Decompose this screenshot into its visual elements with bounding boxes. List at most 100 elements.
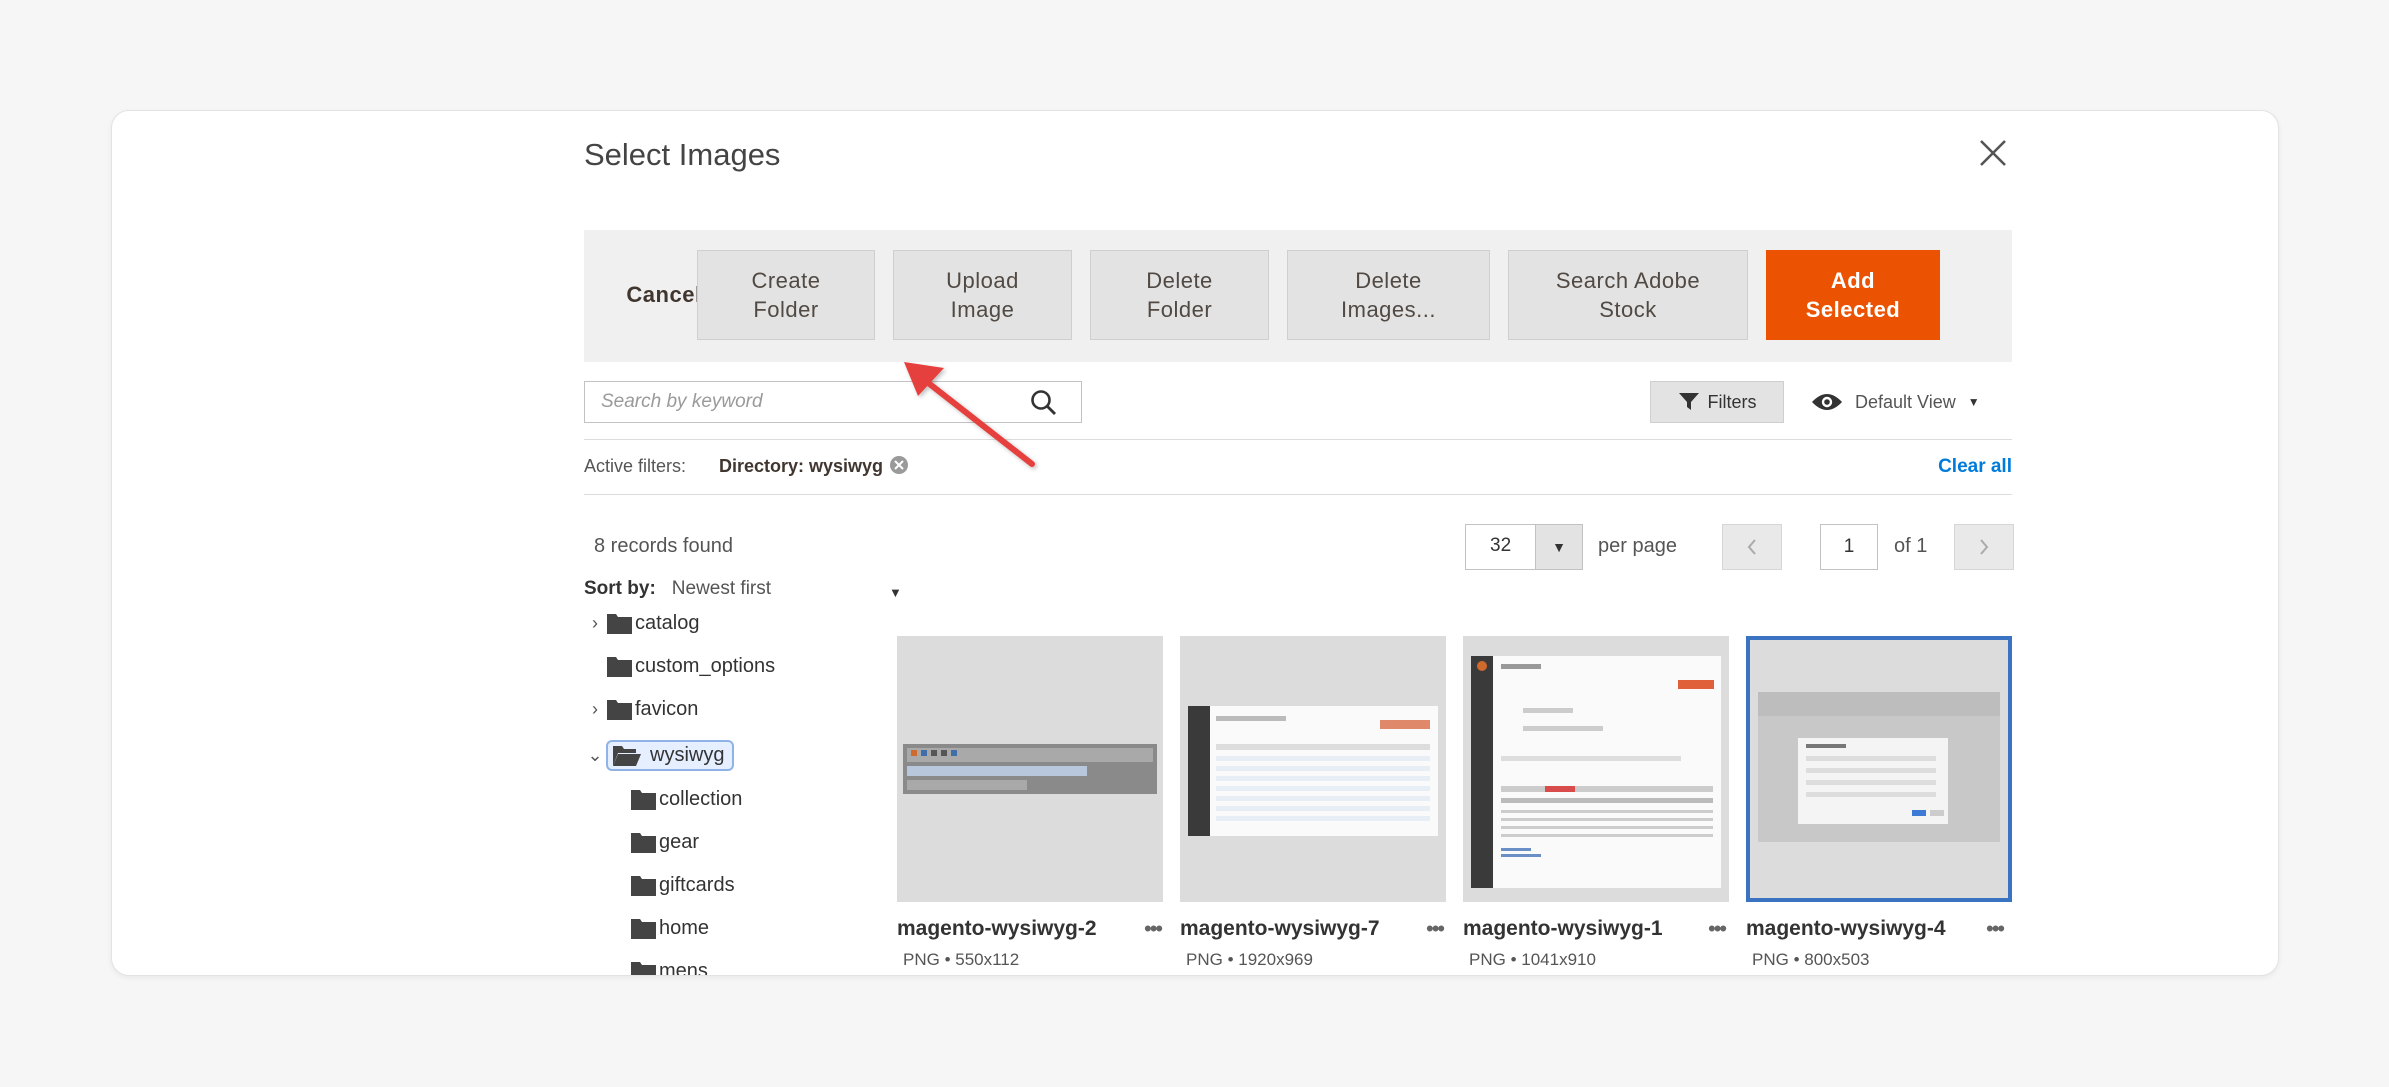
- folder-wysiwyg[interactable]: ⌄ wysiwyg: [584, 735, 735, 775]
- divider: [584, 494, 2012, 495]
- modal-toolbar: Cancel Create Folder Upload Image Delete…: [584, 230, 2012, 362]
- folder-label: gear: [659, 830, 700, 853]
- page-count: of 1: [1894, 535, 1928, 557]
- image-meta: PNG • 1920x969: [1186, 950, 1313, 969]
- folder-icon: [631, 875, 656, 896]
- folder-label: custom_options: [635, 654, 776, 677]
- image-type: PNG: [903, 950, 940, 969]
- create-folder-button[interactable]: Create Folder: [697, 250, 875, 340]
- chevron-right-icon[interactable]: ›: [584, 613, 606, 634]
- image-thumbnail[interactable]: [897, 636, 1163, 902]
- more-options-icon[interactable]: •••: [1426, 916, 1445, 942]
- folder-icon: [631, 918, 656, 939]
- chevron-down-icon[interactable]: ▼: [889, 585, 902, 600]
- select-images-modal: Select Images Cancel Create Folder Uploa…: [441, 111, 2041, 975]
- folder-label: home: [659, 916, 710, 939]
- view-selector[interactable]: Default View ▼: [1811, 383, 1980, 421]
- clear-all-link[interactable]: Clear all: [1938, 456, 2012, 478]
- image-name: magento-wysiwyg-1: [1463, 917, 1663, 940]
- image-size: 1041x910: [1521, 950, 1596, 969]
- divider: [584, 439, 2012, 440]
- image-size: 550x112: [955, 950, 1020, 969]
- folder-icon: [607, 613, 632, 634]
- folder-icon: [607, 656, 632, 677]
- filter-chip: Directory: wysiwyg: [719, 456, 884, 476]
- folder-collection[interactable]: collection: [630, 782, 742, 816]
- folder-label: catalog: [635, 611, 700, 634]
- next-page-button[interactable]: [1954, 524, 2014, 570]
- records-found: 8 records found: [594, 535, 733, 557]
- folder-mens[interactable]: mens: [630, 954, 708, 975]
- close-icon[interactable]: [1976, 136, 2010, 170]
- more-options-icon[interactable]: •••: [1986, 916, 2005, 942]
- folder-label: wysiwyg: [650, 743, 725, 766]
- more-options-icon[interactable]: •••: [1708, 916, 1727, 942]
- chevron-down-icon[interactable]: ▼: [1535, 525, 1582, 569]
- more-options-icon[interactable]: •••: [1144, 916, 1163, 942]
- screenshot-card: Select Images Cancel Create Folder Uploa…: [111, 110, 2279, 976]
- eye-icon: [1812, 394, 1842, 410]
- funnel-icon: [1678, 393, 1699, 410]
- image-name: magento-wysiwyg-2: [897, 917, 1097, 940]
- chevron-right-icon[interactable]: ›: [584, 699, 606, 720]
- delete-folder-button[interactable]: Delete Folder: [1090, 250, 1269, 340]
- sort-label: Sort by:: [584, 578, 656, 599]
- folder-icon: [631, 789, 656, 810]
- image-size: 1920x969: [1238, 950, 1313, 969]
- image-meta: PNG • 550x112: [903, 950, 1020, 969]
- image-preview: [1758, 692, 2000, 842]
- folder-label: giftcards: [659, 873, 735, 896]
- image-thumbnail[interactable]: [1463, 636, 1729, 902]
- image-preview: [1471, 656, 1721, 888]
- image-thumbnail[interactable]: [1180, 636, 1446, 902]
- folder-label: collection: [659, 787, 743, 810]
- per-page-select[interactable]: 32 ▼: [1465, 524, 1583, 570]
- image-meta: PNG • 1041x910: [1469, 950, 1596, 969]
- folder-label: favicon: [635, 697, 699, 720]
- folder-label: mens: [659, 959, 708, 976]
- per-page-value: 32: [1490, 535, 1512, 556]
- image-type: PNG: [1186, 950, 1223, 969]
- view-label: Default View: [1855, 391, 1956, 412]
- modal-title: Select Images: [584, 137, 781, 172]
- add-selected-button[interactable]: Add Selected: [1766, 250, 1940, 340]
- folder-icon: [631, 961, 656, 975]
- image-type: PNG: [1752, 950, 1789, 969]
- sort-select[interactable]: Sort by: Newest first: [584, 578, 771, 600]
- folder-gear[interactable]: gear: [630, 825, 699, 859]
- folder-favicon[interactable]: › favicon: [584, 692, 698, 726]
- folder-custom-options[interactable]: custom_options: [606, 649, 775, 683]
- image-name: magento-wysiwyg-4: [1746, 917, 1946, 940]
- sort-value: Newest first: [671, 578, 772, 599]
- folder-home[interactable]: home: [630, 911, 709, 945]
- image-name: magento-wysiwyg-7: [1180, 917, 1380, 940]
- upload-image-button[interactable]: Upload Image: [893, 250, 1072, 340]
- filters-button[interactable]: Filters: [1650, 381, 1784, 423]
- active-filters-label: Active filters:: [584, 456, 687, 476]
- open-folder-icon: [613, 745, 641, 766]
- delete-images-button[interactable]: Delete Images...: [1287, 250, 1490, 340]
- image-meta: PNG • 800x503: [1752, 950, 1870, 969]
- chevron-down-icon[interactable]: ⌄: [584, 745, 606, 766]
- image-size: 800x503: [1804, 950, 1870, 969]
- page-number-input[interactable]: 1: [1820, 524, 1878, 570]
- folder-icon: [631, 832, 656, 853]
- cancel-button[interactable]: Cancel: [619, 250, 709, 340]
- folder-catalog[interactable]: › catalog: [584, 606, 700, 640]
- per-page-label: per page: [1598, 535, 1677, 557]
- folder-tree: › catalog custom_options › favicon ⌄ wys…: [584, 606, 924, 975]
- filters-label: Filters: [1707, 391, 1757, 412]
- selected-folder: wysiwyg: [606, 739, 735, 771]
- search-adobe-stock-button[interactable]: Search Adobe Stock: [1508, 250, 1748, 340]
- annotation-arrow-icon: [904, 362, 1035, 467]
- chevron-down-icon: ▼: [1967, 395, 1980, 409]
- image-thumbnail-selected[interactable]: [1746, 636, 2012, 902]
- folder-giftcards[interactable]: giftcards: [630, 868, 735, 902]
- chevron-left-icon: [1747, 539, 1756, 555]
- image-preview: [903, 744, 1157, 794]
- folder-icon: [607, 699, 632, 720]
- prev-page-button[interactable]: [1722, 524, 1782, 570]
- image-type: PNG: [1469, 950, 1506, 969]
- image-preview: [1188, 706, 1438, 836]
- chevron-right-icon: [1980, 539, 1989, 555]
